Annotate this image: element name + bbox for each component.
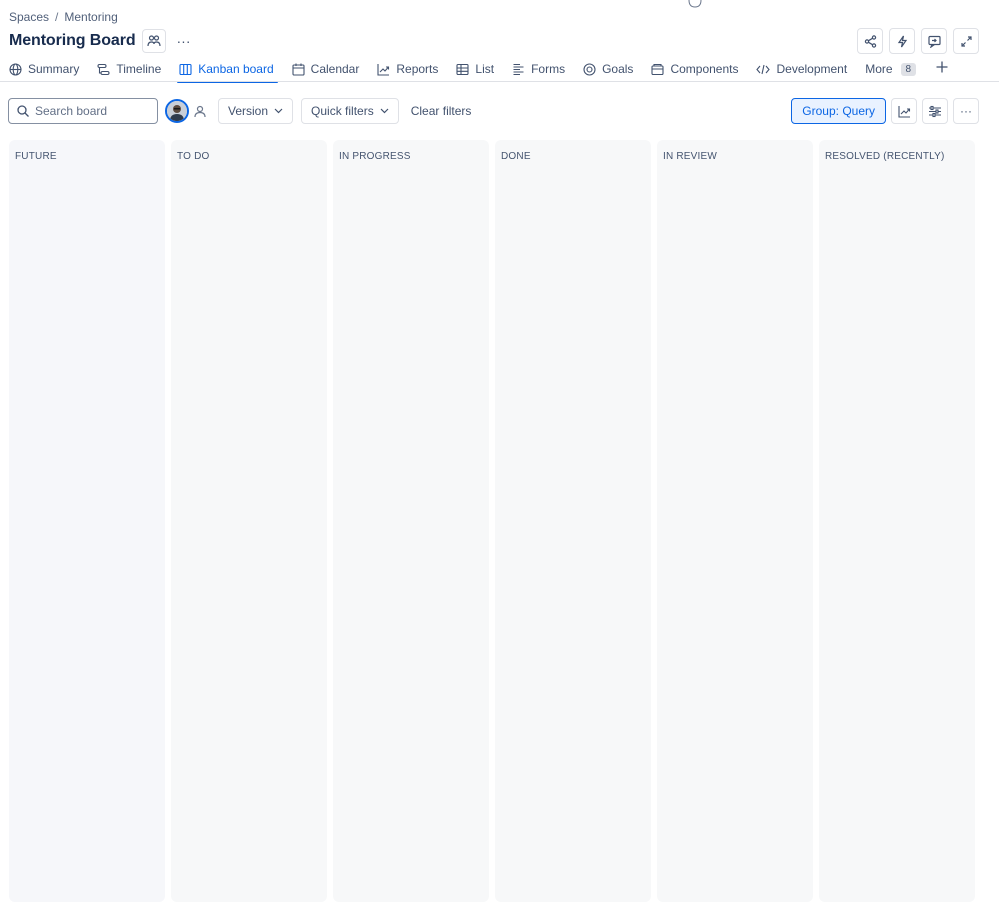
list-icon xyxy=(456,63,469,75)
tab-kanban-board[interactable]: Kanban board xyxy=(177,58,283,83)
tabs-divider xyxy=(0,81,999,82)
person-icon xyxy=(194,105,206,118)
title-row: Mentoring Board ··· xyxy=(9,29,196,53)
tab-label: Calendar xyxy=(310,62,360,76)
user-photo-icon xyxy=(167,101,187,121)
board-icon xyxy=(179,63,192,75)
plus-icon xyxy=(936,61,948,73)
breadcrumb: Spaces / Mentoring xyxy=(9,10,118,24)
column-title: TO DO xyxy=(177,151,210,162)
components-icon xyxy=(651,63,664,75)
search-box xyxy=(8,98,158,124)
title-more-button[interactable]: ··· xyxy=(172,29,196,53)
tab-label: Kanban board xyxy=(198,62,274,76)
chart-icon xyxy=(897,105,910,118)
globe-icon xyxy=(9,62,22,76)
search-input[interactable] xyxy=(35,104,145,118)
tab-label: Goals xyxy=(602,62,634,76)
board-column-future[interactable]: FUTURE xyxy=(9,140,165,902)
share-icon xyxy=(864,34,876,48)
view-settings-button[interactable] xyxy=(922,98,948,124)
automation-button[interactable] xyxy=(889,28,915,54)
expand-icon xyxy=(960,35,972,47)
view-tabs: Summary Timeline Kanban board Calendar R… xyxy=(9,58,999,83)
tab-reports[interactable]: Reports xyxy=(377,58,448,80)
timeline-icon xyxy=(97,63,110,75)
share-button[interactable] xyxy=(857,28,883,54)
board-toolbar: Version Quick filters Clear filters Grou… xyxy=(8,98,979,124)
tab-calendar[interactable]: Calendar xyxy=(292,58,370,80)
cursor-icon xyxy=(688,0,702,8)
chevron-down-icon xyxy=(380,108,389,114)
avatar-group xyxy=(165,99,210,123)
clear-filters-button[interactable]: Clear filters xyxy=(411,104,472,118)
kanban-board: FUTURE TO DO IN PROGRESS DONE IN REVIEW … xyxy=(9,140,975,902)
breadcrumb-separator: / xyxy=(55,10,59,24)
version-label: Version xyxy=(228,104,269,118)
add-tab-button[interactable] xyxy=(936,58,948,78)
feedback-button[interactable] xyxy=(921,28,947,54)
top-actions xyxy=(857,28,979,54)
tab-list[interactable]: List xyxy=(456,58,504,80)
forms-icon xyxy=(513,63,524,75)
lightning-icon xyxy=(897,35,907,47)
version-dropdown[interactable]: Version xyxy=(218,98,294,124)
avatar[interactable] xyxy=(165,99,189,123)
tab-forms[interactable]: Forms xyxy=(512,58,575,80)
tab-label: Reports xyxy=(396,62,439,76)
code-icon xyxy=(756,64,771,74)
column-title: DONE xyxy=(501,151,531,162)
quick-filters-label: Quick filters xyxy=(311,104,374,118)
tab-label: More xyxy=(865,62,893,76)
chevron-down-icon xyxy=(274,108,283,114)
tab-more[interactable]: More 8 xyxy=(865,58,926,80)
calendar-icon xyxy=(292,63,305,76)
goal-icon xyxy=(583,62,596,76)
settings-sliders-icon xyxy=(929,105,941,117)
more-count-badge: 8 xyxy=(900,62,917,76)
search-icon xyxy=(17,105,29,117)
feedback-icon xyxy=(927,35,941,48)
tab-label: Development xyxy=(776,62,848,76)
tab-label: List xyxy=(475,62,495,76)
tab-components[interactable]: Components xyxy=(651,58,748,80)
chart-icon xyxy=(377,63,390,76)
people-icon xyxy=(146,35,161,47)
group-by-button[interactable]: Group: Query xyxy=(791,98,886,124)
breadcrumb-mentoring[interactable]: Mentoring xyxy=(64,10,117,24)
tab-summary[interactable]: Summary xyxy=(9,58,89,80)
quick-filters-dropdown[interactable]: Quick filters xyxy=(301,98,399,124)
tab-timeline[interactable]: Timeline xyxy=(97,58,171,80)
tab-label: Components xyxy=(670,62,739,76)
tab-label: Forms xyxy=(531,62,566,76)
breadcrumb-spaces[interactable]: Spaces xyxy=(9,10,49,24)
board-column-in-review[interactable]: IN REVIEW xyxy=(657,140,813,902)
tab-label: Summary xyxy=(28,62,80,76)
column-title: RESOLVED (RECENTLY) xyxy=(825,151,945,162)
page-title: Mentoring Board xyxy=(9,32,136,49)
board-column-to-do[interactable]: TO DO xyxy=(171,140,327,902)
team-button[interactable] xyxy=(141,29,166,53)
insights-button[interactable] xyxy=(891,98,917,124)
unassigned-avatar[interactable] xyxy=(190,101,210,121)
more-actions-button[interactable]: ··· xyxy=(953,98,979,124)
column-title: IN PROGRESS xyxy=(339,151,411,162)
board-column-resolved-recently[interactable]: RESOLVED (RECENTLY) xyxy=(819,140,975,902)
fullscreen-button[interactable] xyxy=(953,28,979,54)
column-title: FUTURE xyxy=(15,151,57,162)
board-column-done[interactable]: DONE xyxy=(495,140,651,902)
board-column-in-progress[interactable]: IN PROGRESS xyxy=(333,140,489,902)
tab-label: Timeline xyxy=(116,62,162,76)
tab-goals[interactable]: Goals xyxy=(583,58,643,80)
column-title: IN REVIEW xyxy=(663,151,718,162)
tab-development[interactable]: Development xyxy=(756,58,857,80)
